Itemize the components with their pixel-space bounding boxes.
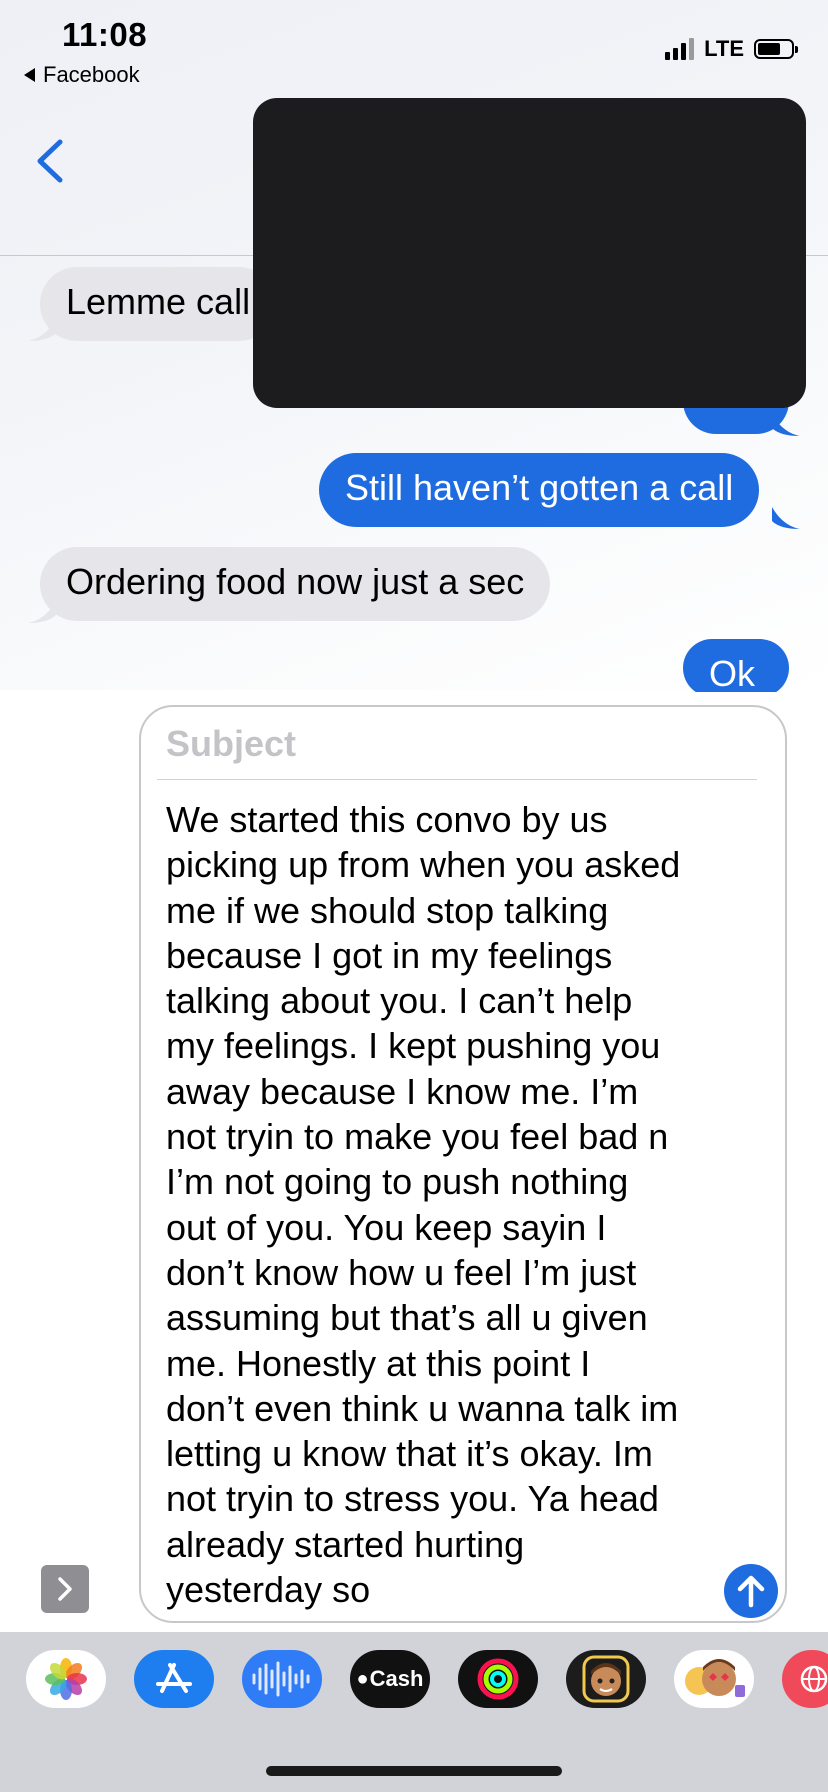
send-button[interactable] xyxy=(724,1564,778,1618)
apple-cash-icon[interactable]: ● Cash xyxy=(350,1650,430,1708)
home-indicator[interactable] xyxy=(266,1766,562,1776)
battery-icon xyxy=(754,39,798,59)
message-bubble-incoming[interactable]: Ordering food now just a sec xyxy=(40,547,551,621)
message-bubble-outgoing[interactable]: Ok xyxy=(683,639,789,697)
back-to-app-link[interactable]: Facebook xyxy=(24,62,140,88)
network-type: LTE xyxy=(704,36,744,61)
memoji-icon[interactable] xyxy=(566,1650,646,1708)
message-text: Ordering food now just a sec xyxy=(66,561,525,602)
redaction-overlay xyxy=(253,98,806,408)
message-text: Ok xyxy=(709,653,756,694)
audio-message-icon[interactable] xyxy=(242,1650,322,1708)
fitness-rings-icon[interactable] xyxy=(458,1650,538,1708)
bubble-tail xyxy=(28,601,56,623)
message-body-input[interactable]: We started this convo by us picking up f… xyxy=(166,797,726,1612)
subject-field[interactable]: Subject xyxy=(166,723,296,765)
message-text: Still haven’t gotten a call xyxy=(345,467,734,508)
bubble-tail xyxy=(772,507,800,529)
message-bubble-outgoing[interactable]: Still haven’t gotten a call xyxy=(319,453,760,527)
photos-icon[interactable] xyxy=(26,1650,106,1708)
message-compose-field[interactable]: Subject We started this convo by us pick… xyxy=(139,705,787,1623)
message-bubble-incoming[interactable]: Lemme call xyxy=(40,267,277,341)
app-store-icon[interactable] xyxy=(134,1650,214,1708)
subject-divider xyxy=(157,779,757,780)
status-time: 11:08 xyxy=(62,16,148,53)
bubble-tail xyxy=(28,319,56,341)
apple-logo-icon: ● xyxy=(356,1667,369,1690)
chevron-left-icon[interactable] xyxy=(30,134,74,188)
back-triangle-icon xyxy=(24,68,35,82)
cash-label: Cash xyxy=(369,1666,424,1691)
arrow-up-icon xyxy=(737,1575,765,1608)
bubble-tail xyxy=(772,414,800,436)
message-text: Lemme call xyxy=(66,281,251,322)
back-app-label: Facebook xyxy=(43,62,140,87)
cellular-signal-icon xyxy=(665,38,695,60)
status-indicators: LTE xyxy=(665,36,798,62)
chevron-right-icon xyxy=(58,1577,72,1601)
memoji-stickers-icon[interactable] xyxy=(674,1650,754,1708)
expand-apps-button[interactable] xyxy=(41,1565,89,1613)
